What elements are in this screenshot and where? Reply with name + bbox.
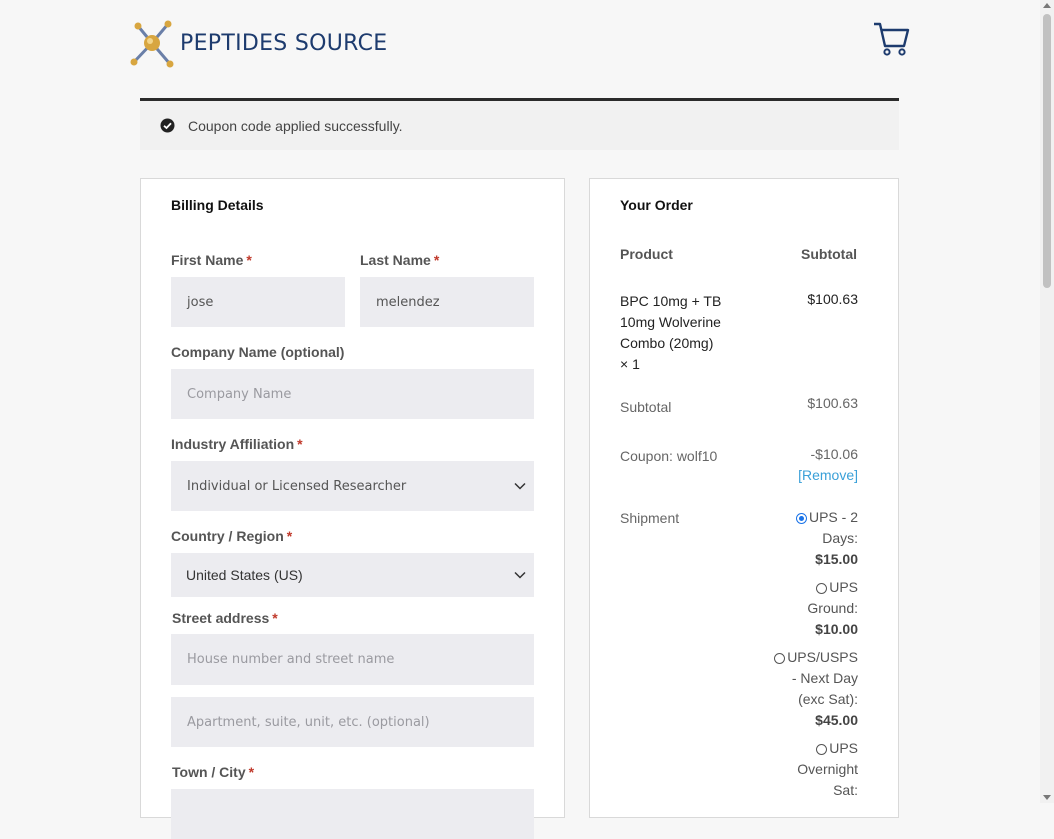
radio-selected-icon[interactable] [795,513,807,524]
notice-text: Coupon code applied successfully. [188,118,403,134]
first-name-field[interactable]: jose [171,277,345,327]
last-name-field[interactable]: melendez [360,277,534,327]
country-region-select[interactable]: United States (US) [171,553,534,597]
first-name-label: First Name * [171,252,252,268]
order-title: Your Order [620,197,693,213]
industry-affiliation-select[interactable]: Individual or Licensed Researcher [171,461,534,511]
radio-icon[interactable] [774,653,786,664]
company-name-label: Company Name (optional) [171,344,345,360]
coupon-label: Coupon: wolf10 [620,448,718,464]
street-address-field[interactable]: House number and street name [171,634,534,685]
shipment-label: Shipment [620,510,680,526]
chevron-down-icon [514,482,526,490]
site-logo[interactable]: PEPTIDES SOURCE [130,18,388,68]
country-region-value: United States (US) [186,567,303,583]
remove-coupon-link[interactable]: [Remove] [798,467,858,483]
radio-icon[interactable] [816,583,828,594]
chevron-down-icon [514,571,526,579]
coupon-amount: -$10.06 [Remove] [798,444,858,486]
order-item-price: $100.63 [807,291,858,307]
order-item-name: BPC 10mg + TB 10mg Wolverine Combo (20mg… [620,293,722,372]
shipping-option-ups-ground[interactable]: UPS Ground: $10.00 [748,577,858,640]
radio-icon[interactable] [816,744,828,755]
coupon-discount: -$10.06 [810,446,858,462]
subtotal-label: Subtotal [620,399,672,415]
scroll-down-arrow-icon[interactable] [1043,795,1051,800]
shipping-option-overnight-sat[interactable]: UPS Overnight Sat: [748,738,858,801]
your-order-panel: Your Order Product Subtotal BPC 10mg + T… [589,178,899,818]
industry-affiliation-value: Individual or Licensed Researcher [187,478,407,494]
billing-details-panel: Billing Details First Name * jose Last Na… [140,178,565,839]
site-header: PEPTIDES SOURCE [0,0,1040,98]
scrollbar-thumb[interactable] [1043,14,1051,288]
coupon-notice: Coupon code applied successfully. [140,98,899,150]
check-circle-icon [160,118,175,133]
last-name-label: Last Name * [360,252,440,268]
town-city-field[interactable] [171,789,534,839]
page-scrollbar[interactable] [1040,0,1054,803]
logo-text: PEPTIDES SOURCE [180,30,388,56]
town-city-label: Town / City * [172,764,255,780]
scroll-up-arrow-icon[interactable] [1043,3,1051,8]
street-address-label: Street address * [172,610,278,626]
industry-affiliation-label: Industry Affiliation * [171,436,303,452]
cart-icon [874,22,910,56]
company-name-field[interactable]: Company Name [171,369,534,419]
apartment-field[interactable]: Apartment, suite, unit, etc. (optional) [171,697,534,747]
cart-button[interactable] [872,20,910,63]
country-region-label: Country / Region * [171,528,293,544]
billing-title: Billing Details [171,197,264,213]
subtotal-value: $100.63 [807,395,858,411]
shipping-option-ups-2-days[interactable]: UPS - 2 Days: $15.00 [748,507,858,570]
product-column-header: Product [620,246,673,262]
molecule-logo-icon [130,20,174,68]
shipping-option-next-day[interactable]: UPS/USPS - Next Day (exc Sat): $45.00 [728,647,858,731]
subtotal-column-header: Subtotal [801,246,857,262]
